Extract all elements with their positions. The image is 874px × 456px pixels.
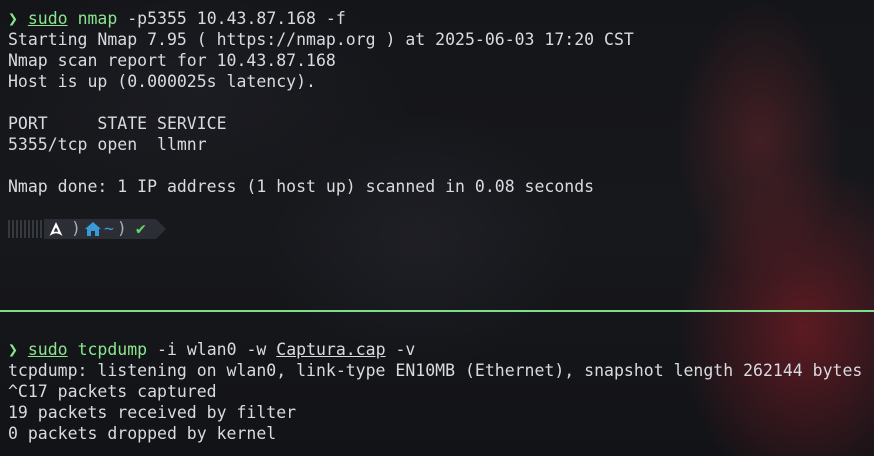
- powerline-separator: ): [71, 219, 81, 238]
- check-icon: ✔: [135, 219, 146, 238]
- powerline-tail: [155, 218, 166, 239]
- command-program: tcpdump: [77, 340, 148, 359]
- command-line: ❯ sudo tcpdump -i wlan0 -w Captura.cap -…: [8, 339, 874, 360]
- terminal-pane-top[interactable]: ❯ sudo nmap -p5355 10.43.87.168 -f Start…: [0, 0, 874, 311]
- output-line: Starting Nmap 7.95 ( https://nmap.org ) …: [8, 30, 634, 49]
- output-line: tcpdump: listening on wlan0, link-type E…: [8, 361, 863, 380]
- directory-label: ~: [103, 219, 114, 238]
- command-file-arg: Captura.cap: [276, 340, 386, 359]
- command-args: -i wlan0 -w: [157, 340, 267, 359]
- command-line: ❯ sudo nmap -p5355 10.43.87.168 -f: [8, 8, 874, 29]
- output-line: PORT STATE SERVICE: [8, 114, 227, 133]
- prompt-arrow-icon: ❯: [8, 340, 18, 359]
- command-sudo: sudo: [27, 9, 68, 28]
- command-args: -v: [395, 340, 416, 359]
- output-line: Host is up (0.000025s latency).: [8, 72, 316, 91]
- terminal-output-top: ❯ sudo nmap -p5355 10.43.87.168 -f Start…: [8, 8, 874, 239]
- arch-linux-icon: [49, 221, 63, 236]
- command-sudo: sudo: [27, 340, 68, 359]
- terminal-pane-bottom[interactable]: ❯ sudo tcpdump -i wlan0 -w Captura.cap -…: [0, 313, 874, 456]
- output-line: 5355/tcp open llmnr: [8, 135, 207, 154]
- command-program: nmap: [77, 9, 118, 28]
- terminal-output-bottom: ❯ sudo tcpdump -i wlan0 -w Captura.cap -…: [8, 339, 874, 444]
- prompt-arrow-icon: ❯: [8, 9, 18, 28]
- output-line: 0 packets dropped by kernel: [8, 424, 277, 443]
- output-line: Nmap scan report for 10.43.87.168: [8, 51, 336, 70]
- command-args: -p5355 10.43.87.168 -f: [127, 9, 346, 28]
- output-line: 19 packets received by filter: [8, 403, 297, 422]
- powerline-dots: [8, 219, 44, 238]
- powerline-segment: ) ~ ) ✔: [44, 218, 156, 239]
- pane-divider[interactable]: [0, 310, 874, 312]
- output-line: ^C17 packets captured: [8, 382, 217, 401]
- home-icon: [84, 221, 102, 237]
- powerline-separator: ): [116, 219, 127, 238]
- output-line: Nmap done: 1 IP address (1 host up) scan…: [8, 177, 595, 196]
- powerline-prompt: ) ~ ) ✔: [8, 218, 874, 239]
